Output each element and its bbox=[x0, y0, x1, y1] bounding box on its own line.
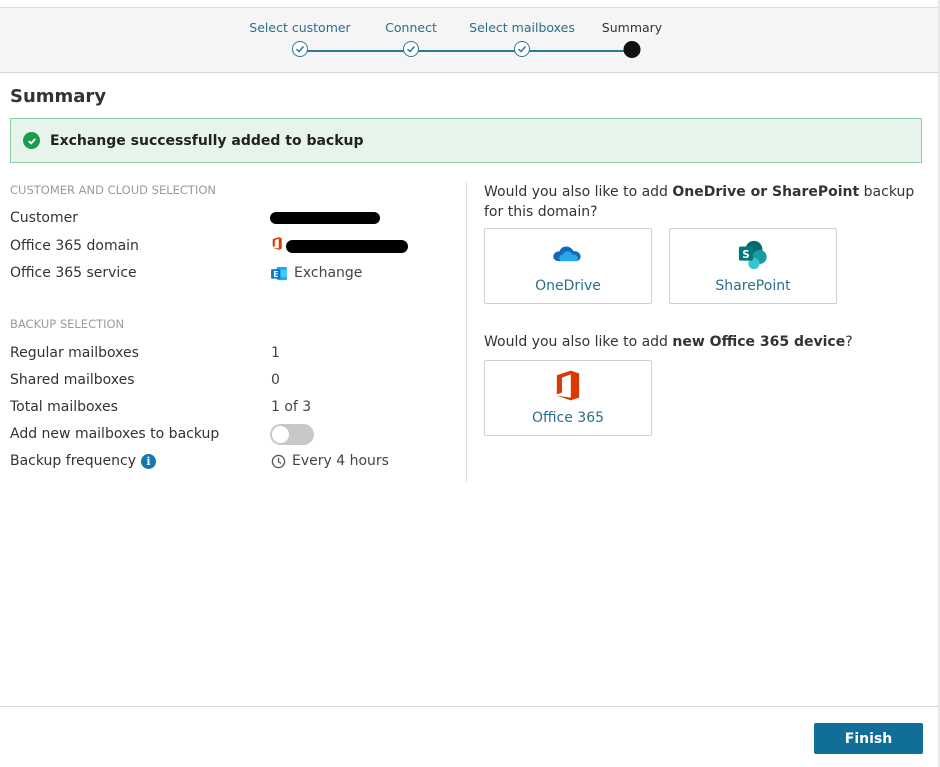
customer-section-heading: CUSTOMER AND CLOUD SELECTION bbox=[10, 183, 216, 197]
success-banner: Exchange successfully added to backup bbox=[10, 118, 922, 163]
onedrive-label: OneDrive bbox=[535, 278, 601, 294]
shared-mailboxes-value: 0 bbox=[271, 372, 280, 388]
question2-bold: new Office 365 device bbox=[672, 334, 846, 350]
toggle-knob bbox=[272, 426, 289, 443]
step-label-select-customer: Select customer bbox=[249, 20, 351, 35]
column-divider bbox=[466, 182, 467, 482]
office365-domain-label: Office 365 domain bbox=[10, 238, 139, 254]
sharepoint-card[interactable]: S SharePoint bbox=[669, 228, 837, 304]
shared-mailboxes-label: Shared mailboxes bbox=[10, 372, 135, 388]
customer-label: Customer bbox=[10, 210, 79, 226]
question2-suffix: ? bbox=[845, 334, 853, 350]
backup-frequency-row: Backup frequency i bbox=[10, 453, 156, 469]
redacted-customer-value bbox=[270, 212, 380, 224]
add-new-mailboxes-label: Add new mailboxes to backup bbox=[10, 426, 220, 442]
add-office365-device-question: Would you also like to add new Office 36… bbox=[484, 332, 924, 352]
question1-bold: OneDrive or SharePoint bbox=[672, 184, 860, 200]
question1-prefix: Would you also like to add bbox=[484, 184, 673, 200]
office365-domain-value bbox=[271, 236, 283, 255]
add-onedrive-sharepoint-question: Would you also like to add OneDrive or S… bbox=[484, 182, 924, 222]
info-icon[interactable]: i bbox=[141, 453, 156, 469]
svg-text:E: E bbox=[273, 269, 278, 278]
onedrive-icon bbox=[485, 239, 651, 271]
wizard-stepper: Select customer Connect Select mailboxes… bbox=[0, 7, 938, 73]
add-new-mailboxes-toggle[interactable] bbox=[270, 424, 314, 445]
step-check-icon[interactable] bbox=[403, 41, 419, 57]
step-current-dot bbox=[623, 41, 641, 58]
step-label-select-mailboxes: Select mailboxes bbox=[469, 20, 575, 35]
page-title: Summary bbox=[10, 86, 107, 107]
backup-frequency-value: Every 4 hours bbox=[271, 453, 389, 469]
svg-text:S: S bbox=[742, 249, 749, 261]
regular-mailboxes-value: 1 bbox=[271, 345, 280, 361]
sharepoint-icon: S bbox=[670, 239, 836, 271]
finish-button[interactable]: Finish bbox=[814, 723, 923, 754]
office365-service-value: E Exchange bbox=[271, 265, 362, 281]
total-mailboxes-value: 1 of 3 bbox=[271, 399, 312, 415]
office365-label: Office 365 bbox=[531, 410, 605, 426]
total-mailboxes-label: Total mailboxes bbox=[10, 399, 118, 415]
office365-icon bbox=[485, 369, 651, 401]
office365-card[interactable]: Office 365 bbox=[484, 360, 652, 436]
exchange-icon: E bbox=[271, 266, 288, 281]
step-label-connect: Connect bbox=[385, 20, 437, 35]
step-check-icon[interactable] bbox=[514, 41, 530, 57]
question2-prefix: Would you also like to add bbox=[484, 334, 673, 350]
clock-icon bbox=[271, 454, 286, 469]
backup-frequency-text: Every 4 hours bbox=[292, 453, 389, 469]
backup-section-heading: BACKUP SELECTION bbox=[10, 317, 125, 331]
redacted-domain-value bbox=[286, 240, 408, 253]
office365-icon bbox=[271, 236, 283, 255]
step-label-summary: Summary bbox=[601, 20, 663, 35]
banner-message: Exchange successfully added to backup bbox=[50, 132, 364, 149]
check-circle-icon bbox=[23, 132, 40, 149]
onedrive-card[interactable]: OneDrive bbox=[484, 228, 652, 304]
backup-frequency-label: Backup frequency bbox=[10, 453, 136, 469]
office365-service-label: Office 365 service bbox=[10, 265, 137, 281]
regular-mailboxes-label: Regular mailboxes bbox=[10, 345, 139, 361]
sharepoint-label: SharePoint bbox=[715, 278, 791, 294]
step-check-icon[interactable] bbox=[292, 41, 308, 57]
footer-divider bbox=[0, 706, 938, 707]
step-progress-line bbox=[300, 50, 632, 52]
exchange-service-text: Exchange bbox=[294, 265, 363, 281]
